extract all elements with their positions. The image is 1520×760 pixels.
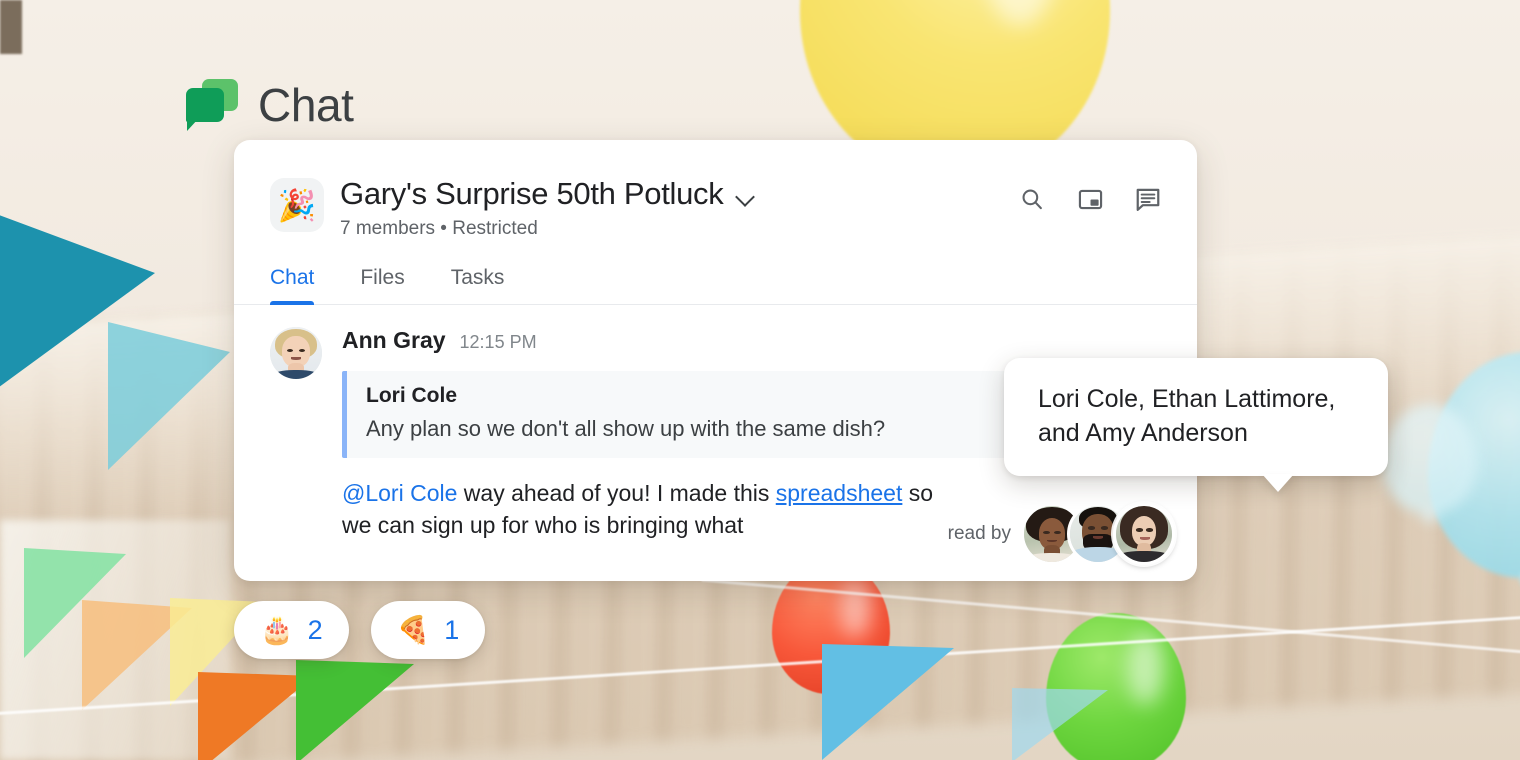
- avatar[interactable]: [270, 327, 322, 379]
- bunting-triangle-pale-blue: [1012, 688, 1108, 760]
- search-icon[interactable]: [1017, 184, 1047, 214]
- message-text-before-link: way ahead of you! I made this: [457, 480, 776, 506]
- group-subtitle: 7 members • Restricted: [340, 218, 538, 239]
- brand-title: Chat: [258, 79, 354, 131]
- reaction-bar: 🎂 2 🍕 1: [234, 601, 486, 659]
- read-by-label: read by: [947, 523, 1011, 544]
- party-background-scene: Chat 🎉 Gary's Surprise 50th Potluck 7 me…: [0, 0, 1520, 760]
- message-meta: Ann Gray 12:15 PM: [342, 327, 1161, 354]
- reaction-chip-cake[interactable]: 🎂 2: [234, 601, 349, 659]
- picture-in-picture-icon[interactable]: [1075, 184, 1105, 214]
- tab-files[interactable]: Files: [360, 266, 404, 304]
- reader-avatar-3[interactable]: [1113, 503, 1175, 565]
- group-title-row[interactable]: Gary's Surprise 50th Potluck: [340, 176, 1017, 212]
- group-header-text: Gary's Surprise 50th Potluck 7 members •…: [340, 176, 1017, 240]
- tab-tasks[interactable]: Tasks: [451, 266, 505, 304]
- reaction-count-cake: 2: [307, 614, 323, 645]
- chevron-down-icon[interactable]: [737, 188, 755, 206]
- bunting-triangle-blue: [822, 644, 954, 760]
- header-actions: [1017, 184, 1163, 214]
- spreadsheet-link[interactable]: spreadsheet: [776, 480, 903, 506]
- reader-avatar-group: [1021, 503, 1175, 565]
- brand-header: Chat: [186, 78, 354, 132]
- message-timestamp: 12:15 PM: [459, 332, 537, 352]
- pizza-icon: 🍕: [396, 614, 431, 645]
- bunting-triangle-green: [296, 660, 414, 760]
- background-shadow-strip: [0, 0, 22, 54]
- tab-bar: Chat Files Tasks: [234, 266, 1197, 305]
- chat-card-header: 🎉 Gary's Surprise 50th Potluck 7 members…: [234, 140, 1197, 240]
- message-text: @Lori Cole way ahead of you! I made this…: [342, 478, 962, 541]
- mention-link[interactable]: @Lori Cole: [342, 480, 457, 506]
- message-author: Ann Gray: [342, 327, 446, 353]
- group-avatar: 🎉: [270, 178, 324, 232]
- birthday-cake-icon: 🎂: [260, 614, 294, 645]
- page-title: Gary's Surprise 50th Potluck: [340, 176, 724, 211]
- reaction-chip-pizza[interactable]: 🍕 1: [370, 601, 486, 659]
- read-by-tooltip-text: Lori Cole, Ethan Lattimore, and Amy Ande…: [1038, 385, 1336, 447]
- tab-chat[interactable]: Chat: [270, 266, 315, 305]
- pale-blue-balloon: [1382, 404, 1478, 514]
- google-chat-logo-icon: [186, 79, 238, 131]
- chat-panel-icon[interactable]: [1133, 184, 1163, 214]
- bunting-triangle-light-teal: [108, 322, 230, 470]
- reaction-count-pizza: 1: [444, 614, 460, 645]
- read-by-receipt: read by: [948, 503, 1175, 565]
- read-by-tooltip: Lori Cole, Ethan Lattimore, and Amy Ande…: [1004, 358, 1388, 492]
- tooltip-pointer: [1262, 474, 1294, 492]
